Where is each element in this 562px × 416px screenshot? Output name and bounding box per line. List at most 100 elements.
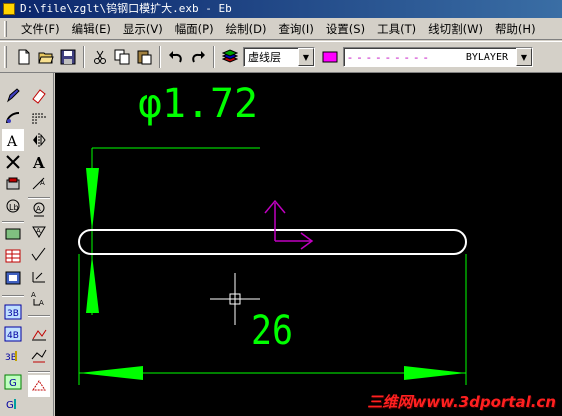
svg-text:4B: 4B — [7, 331, 19, 341]
menu-tools[interactable]: 工具(T) — [371, 19, 422, 39]
layer-manager-button[interactable] — [219, 46, 241, 68]
menu-query[interactable]: 查询(I) — [272, 19, 319, 39]
copy-icon — [114, 49, 130, 65]
frame-tool-button[interactable] — [2, 267, 24, 289]
toolbar-separator — [159, 46, 161, 68]
offset-tool-button[interactable] — [28, 107, 50, 129]
drawing-canvas[interactable]: φ1.72 26 三维网www.3dportal.cn — [55, 73, 562, 416]
datum-icon: A — [32, 226, 46, 238]
library-tool-button[interactable]: Lb — [2, 195, 24, 217]
wire-track-button[interactable] — [28, 375, 50, 397]
svg-text:G: G — [6, 400, 14, 411]
wire-simulate-icon — [31, 349, 47, 363]
dimension-angle-button[interactable]: A — [28, 173, 50, 195]
datum-tool-button[interactable]: A — [28, 221, 50, 243]
scissors-icon — [94, 50, 106, 64]
menu-draw[interactable]: 绘制(D) — [220, 19, 273, 39]
slot-outline[interactable] — [78, 229, 467, 255]
eraser-icon — [32, 89, 46, 104]
block-tool-button[interactable] — [2, 173, 24, 195]
text-tool-button[interactable]: A — [2, 129, 24, 151]
save-button[interactable] — [57, 46, 79, 68]
copy-button[interactable] — [111, 46, 133, 68]
g-check-button[interactable]: G — [2, 393, 24, 415]
g-code-icon: G — [4, 374, 22, 390]
roughness-tool-button[interactable] — [28, 243, 50, 265]
svg-text:Lb: Lb — [9, 203, 19, 212]
g-check-icon: G — [6, 399, 16, 411]
new-file-button[interactable] — [13, 46, 35, 68]
color-button[interactable] — [319, 46, 341, 68]
menu-view[interactable]: 显示(V) — [117, 19, 169, 39]
chevron-down-icon[interactable]: ▼ — [516, 48, 532, 66]
weld-tool-button[interactable] — [28, 265, 50, 287]
undo-button[interactable] — [165, 46, 187, 68]
palette-separator — [28, 371, 50, 373]
left-tool-palette: A Lb 3B 4B 3B G G A A A A AA — [0, 73, 54, 416]
table-tool-button[interactable] — [2, 245, 24, 267]
toolbar-separator — [83, 46, 85, 68]
window-title: D:\file\zglt\钨钢口模扩大.exb - Eb — [20, 2, 232, 15]
menu-settings[interactable]: 设置(S) — [320, 19, 371, 39]
pencil-icon — [7, 88, 20, 103]
length-arrow-left — [79, 366, 143, 380]
svg-text:A: A — [31, 291, 36, 299]
curve-tool-button[interactable] — [2, 107, 24, 129]
svg-text:A: A — [36, 227, 41, 235]
4b-code-button[interactable]: 4B — [2, 323, 24, 345]
drawing-svg: φ1.72 26 — [78, 81, 467, 385]
menu-file[interactable]: 文件(F) — [15, 19, 66, 39]
layer-select[interactable]: 虚线层 ▼ — [243, 47, 315, 67]
redo-button[interactable] — [187, 46, 209, 68]
svg-text:A: A — [32, 154, 45, 171]
redo-icon — [192, 51, 205, 63]
tolerance-tool-button[interactable]: AA — [28, 287, 50, 309]
wire-track-icon — [32, 380, 46, 391]
hatch-tool-button[interactable] — [2, 223, 24, 245]
trim-tool-button[interactable] — [2, 151, 24, 173]
diameter-dimension-text[interactable]: φ1.72 — [138, 81, 258, 127]
offset-icon — [32, 113, 46, 124]
new-file-icon — [18, 49, 30, 65]
toolbar-separator — [213, 46, 215, 68]
paste-button[interactable] — [133, 46, 155, 68]
diameter-arrow-bottom — [86, 255, 99, 313]
letter-a-icon: A — [32, 154, 45, 171]
mirror-icon — [33, 133, 46, 147]
erase-tool-button[interactable] — [28, 85, 50, 107]
menu-page[interactable]: 幅面(P) — [169, 19, 220, 39]
standard-toolbar: 虚线层 ▼ - - - - - - - - - BYLAYER ▼ — [0, 41, 562, 73]
linetype-select[interactable]: - - - - - - - - - BYLAYER ▼ — [343, 47, 533, 67]
balloon-tool-button[interactable]: A — [28, 199, 50, 221]
folder-open-icon — [38, 52, 54, 64]
menu-help[interactable]: 帮助(H) — [489, 19, 542, 39]
length-arrow-right — [404, 366, 466, 380]
linetype-name: BYLAYER — [465, 51, 508, 63]
g-code-button[interactable]: G — [2, 371, 24, 393]
toolbar-grip[interactable] — [4, 46, 7, 68]
floppy-disk-icon — [60, 49, 76, 65]
menubar-grip[interactable] — [4, 20, 7, 37]
menu-edit[interactable]: 编辑(E) — [66, 19, 117, 39]
pen-tool-button[interactable] — [2, 85, 24, 107]
hatch-icon — [5, 228, 21, 240]
title-bar[interactable]: D:\file\zglt\钨钢口模扩大.exb - Eb — [0, 0, 562, 18]
mirror-tool-button[interactable] — [28, 129, 50, 151]
wire-simulate-button[interactable] — [28, 345, 50, 367]
svg-text:A: A — [40, 179, 45, 187]
balloon-icon: A — [33, 202, 45, 217]
menu-wire-cut[interactable]: 线切割(W) — [422, 19, 489, 39]
text-insert-button[interactable]: A — [28, 151, 50, 173]
code-check-button[interactable]: 3B — [2, 345, 24, 367]
length-dimension-text[interactable]: 26 — [251, 308, 293, 354]
wire-path-button[interactable] — [28, 323, 50, 345]
chevron-down-icon[interactable]: ▼ — [298, 48, 314, 66]
svg-text:A: A — [39, 299, 44, 307]
3b-code-button[interactable]: 3B — [2, 301, 24, 323]
undo-icon — [169, 51, 182, 63]
block-icon — [6, 177, 20, 190]
linetype-preview: - - - - - - - - - — [348, 50, 429, 64]
paste-icon — [137, 50, 152, 65]
open-file-button[interactable] — [35, 46, 57, 68]
cut-button[interactable] — [89, 46, 111, 68]
